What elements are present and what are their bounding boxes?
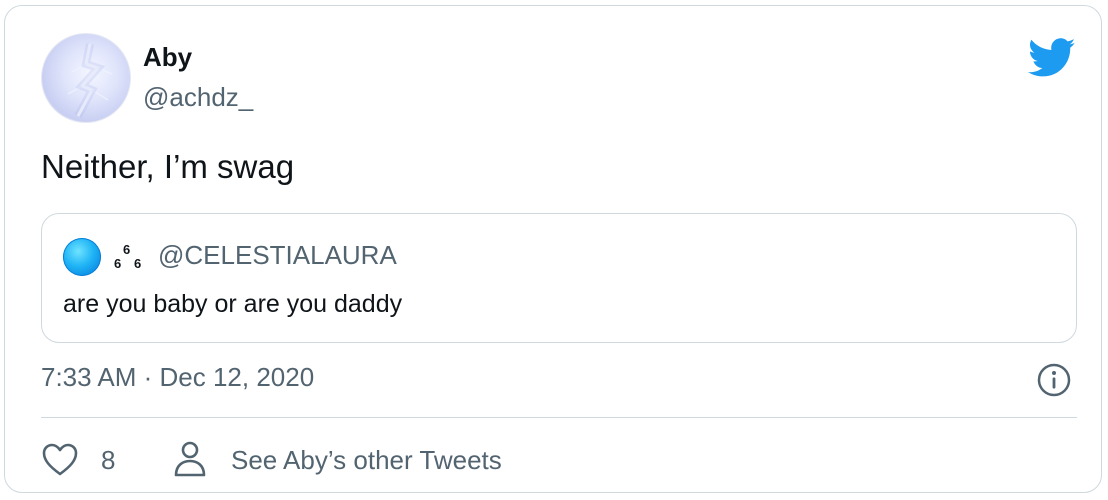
tweet-text: Neither, I’m swag [41, 148, 295, 185]
author-avatar[interactable] [41, 33, 131, 123]
user-icon[interactable] [173, 440, 207, 478]
quoted-name-char: 6 [134, 256, 142, 271]
heart-icon[interactable] [41, 442, 79, 478]
quoted-author-name[interactable]: 6 6 6 [112, 240, 152, 276]
twitter-bird-icon[interactable] [1028, 38, 1076, 78]
see-other-tweets-link[interactable]: See Aby’s other Tweets [231, 445, 502, 476]
quoted-name-char: 6 [123, 242, 131, 257]
quoted-author-handle[interactable]: @CELESTIALAURA [158, 240, 397, 271]
embedded-tweet-card[interactable]: Aby @achdz_ Neither, I’m swag 6 6 6 @CEL… [4, 5, 1102, 493]
tweet-timestamp[interactable]: 7:33 AM · Dec 12, 2020 [41, 362, 314, 393]
quoted-name-char: 6 [114, 256, 122, 271]
author-handle[interactable]: @achdz_ [143, 82, 253, 113]
quoted-tweet[interactable]: 6 6 6 @CELESTIALAURA are you baby or are… [41, 213, 1077, 343]
lightning-avatar-image [67, 43, 113, 118]
quoted-author-avatar[interactable] [63, 238, 101, 276]
info-icon[interactable] [1036, 362, 1072, 398]
divider [41, 417, 1077, 418]
quoted-tweet-text: are you baby or are you daddy [63, 290, 403, 318]
like-count[interactable]: 8 [101, 445, 115, 476]
author-name[interactable]: Aby [143, 42, 192, 73]
